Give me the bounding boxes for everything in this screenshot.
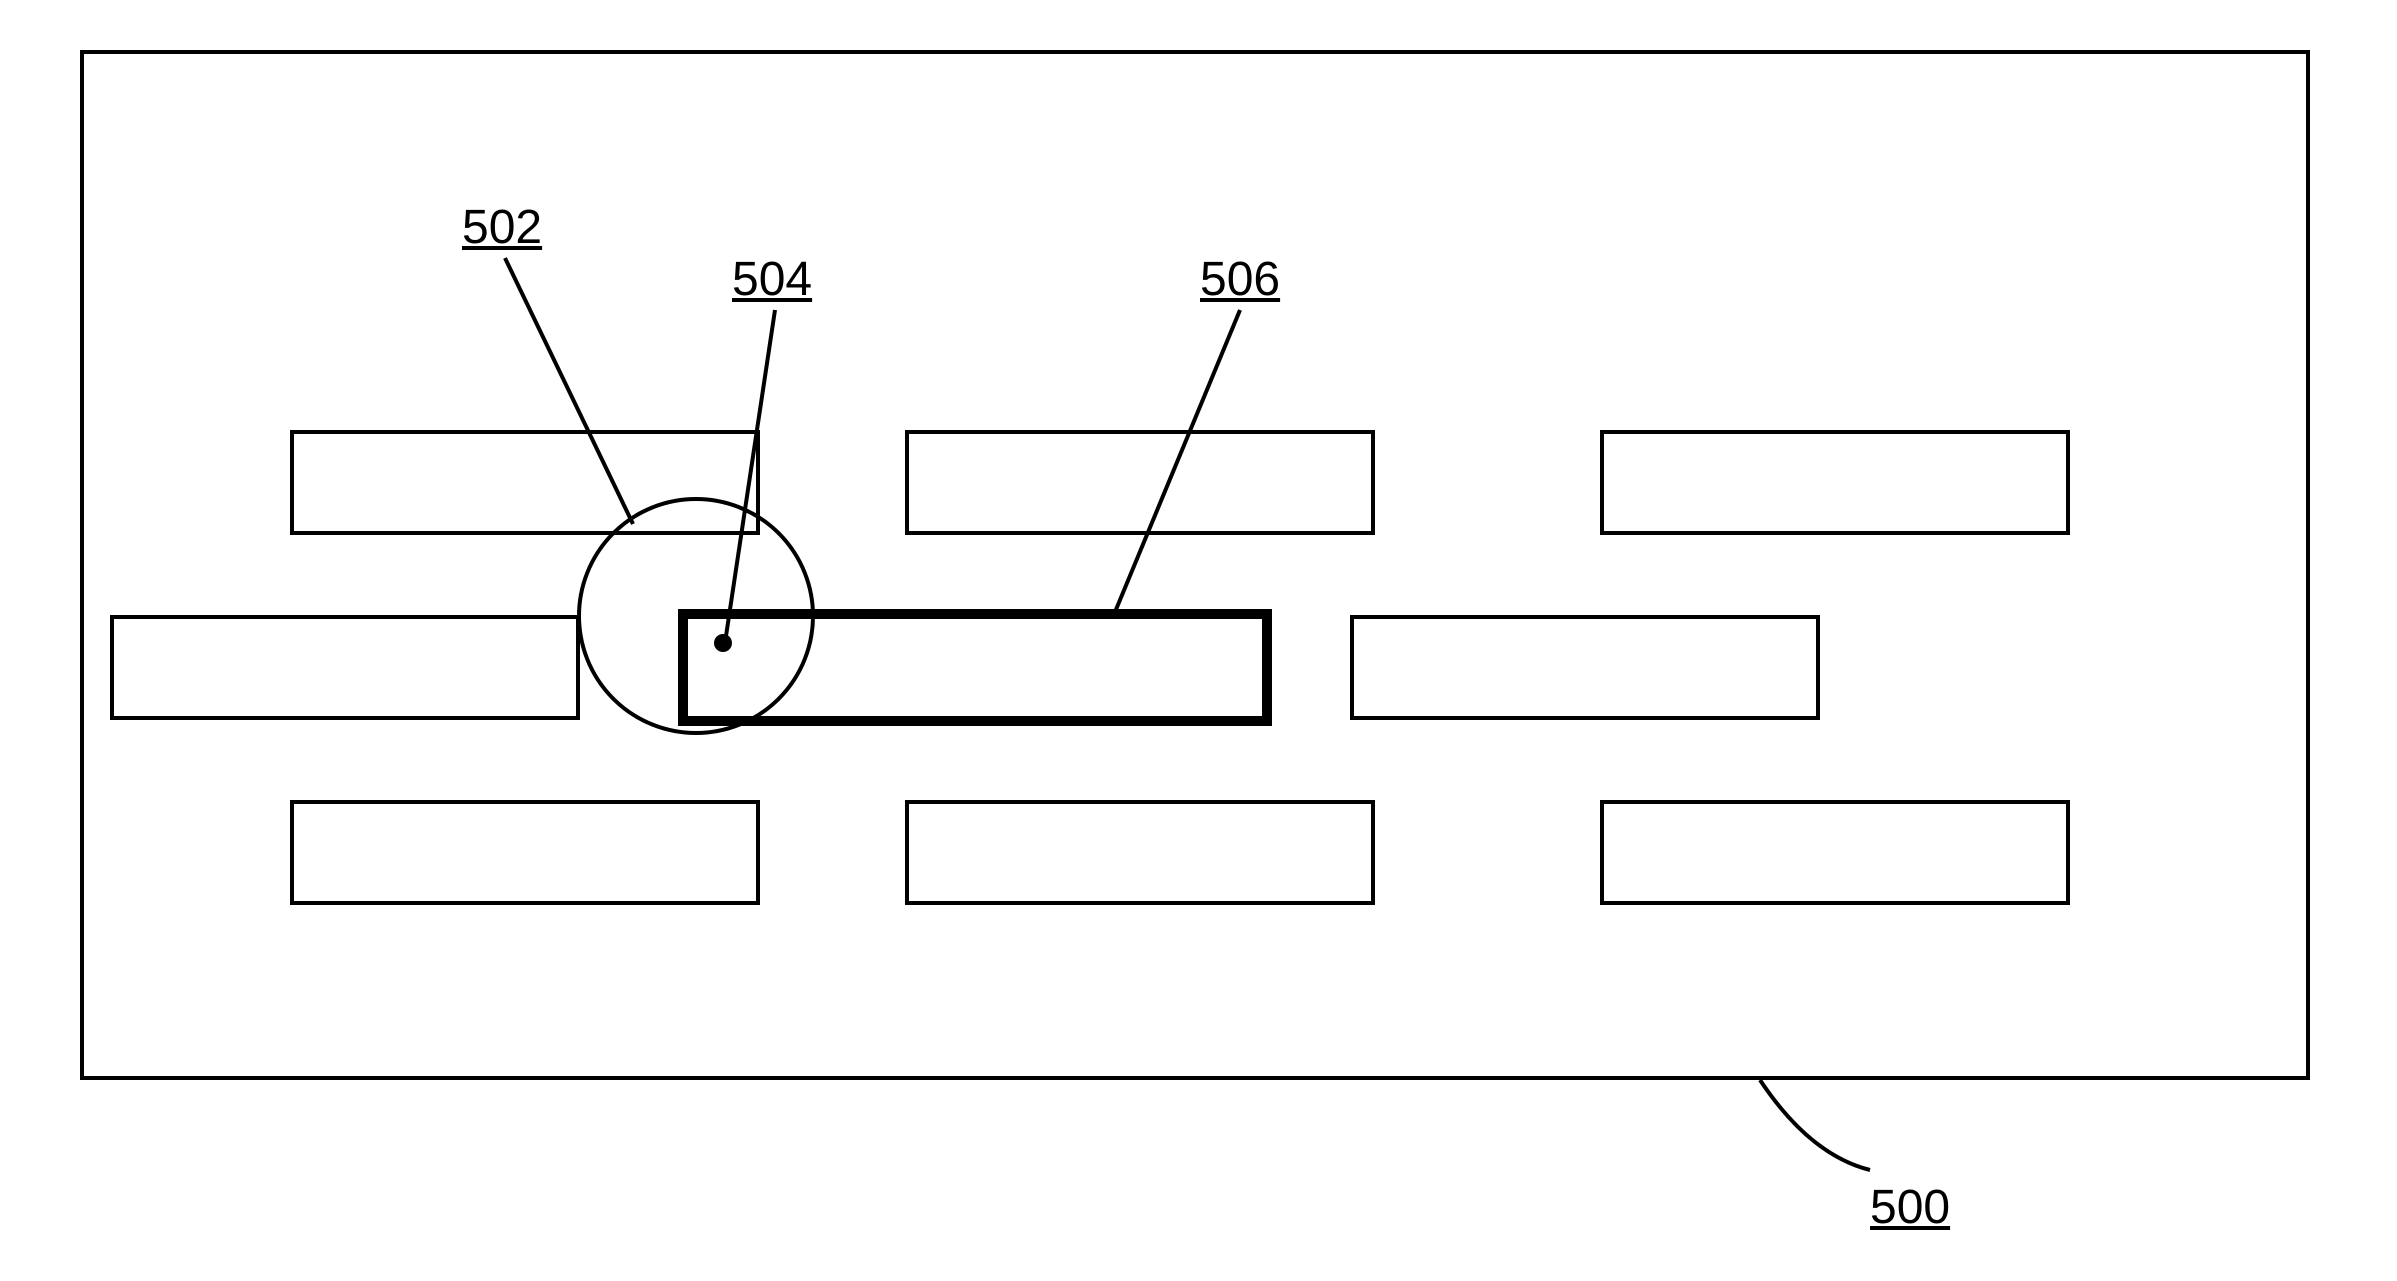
label-502: 502 [462,200,542,255]
label-504: 504 [732,252,812,307]
label-500: 500 [1870,1180,1950,1235]
label-506: 506 [1200,252,1280,307]
outer-frame [80,50,2310,1080]
dot-504 [714,634,732,652]
brick-row1-3 [1600,430,2070,535]
brick-row2-1 [110,615,580,720]
brick-row2-3 [1350,615,1820,720]
circle-502 [577,497,815,735]
brick-row3-2 [905,800,1375,905]
brick-row3-3 [1600,800,2070,905]
brick-row1-2 [905,430,1375,535]
brick-row3-1 [290,800,760,905]
